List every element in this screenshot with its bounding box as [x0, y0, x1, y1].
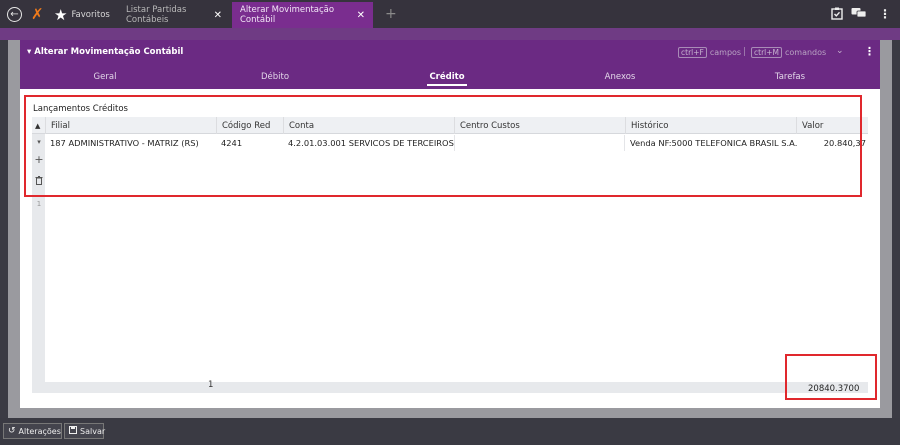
panel-title[interactable]: ▾ Alterar Movimentação Contábil — [27, 47, 183, 57]
star-icon: ★ — [54, 6, 68, 24]
row-number-marker: 1 — [36, 200, 42, 208]
tab-label: Alterar Movimentação Contábil — [240, 5, 335, 25]
history-icon: ↺ — [8, 426, 16, 436]
shortcut-label: comandos — [785, 47, 827, 57]
clipboard-check-icon[interactable] — [831, 7, 843, 23]
top-bar: ← ✗ ★ Favoritos Listar Partidas Contábei… — [0, 0, 900, 28]
shortcut-label: campos — [709, 47, 742, 57]
collapse-triangle-icon[interactable]: ▾ — [27, 47, 31, 57]
save-button[interactable]: Salvar — [64, 423, 106, 439]
tab-label: Favoritos — [71, 10, 110, 20]
more-menu-icon[interactable]: ⋮ — [879, 7, 891, 21]
shortcut-campos[interactable]: ctrl+F campos — [678, 45, 741, 59]
tab-debito[interactable]: Débito — [220, 65, 330, 89]
chevron-down-icon[interactable]: ⌄ — [836, 46, 844, 56]
close-icon[interactable]: ✕ — [214, 10, 222, 21]
app-logo-icon[interactable]: ✗ — [31, 0, 44, 28]
chat-icon[interactable] — [851, 7, 867, 22]
tab-anexos[interactable]: Anexos — [565, 65, 675, 89]
footer-row-count: 1 — [208, 380, 214, 390]
annotation-box-total — [785, 354, 877, 400]
tab-alterar-movimentacao[interactable]: Alterar Movimentação Contábil ✕ — [232, 2, 373, 28]
tab-favoritos[interactable]: ★ Favoritos — [50, 2, 118, 28]
alteracoes-label: Alterações — [18, 426, 61, 436]
tab-listar-partidas[interactable]: Listar Partidas Contábeis ✕ — [118, 2, 230, 28]
shortcut-comandos[interactable]: ctrl+M comandos — [751, 45, 826, 59]
tab-credito[interactable]: Crédito — [392, 65, 502, 89]
tab-geral[interactable]: Geral — [50, 65, 160, 89]
bottom-bar — [0, 418, 900, 445]
top-purple-strip — [0, 28, 900, 40]
save-icon — [69, 425, 77, 437]
shortcut-separator: | — [743, 47, 747, 57]
kbd-ctrl-f: ctrl+F — [678, 46, 707, 58]
kbd-ctrl-m: ctrl+M — [751, 46, 782, 58]
subtab-bar: Geral Débito Crédito Anexos Tarefas — [20, 65, 880, 89]
annotation-box-lancamentos — [24, 95, 862, 197]
new-tab-plus-icon[interactable]: + — [385, 6, 397, 22]
close-icon[interactable]: ✕ — [357, 10, 365, 21]
panel-header: ▾ Alterar Movimentação Contábil ctrl+F c… — [20, 40, 880, 65]
panel-more-icon[interactable]: ⋮ — [864, 45, 875, 58]
save-label: Salvar — [80, 426, 106, 436]
tab-label: Listar Partidas Contábeis — [126, 5, 187, 25]
tab-tarefas[interactable]: Tarefas — [735, 65, 845, 89]
back-arrow-icon[interactable]: ← — [7, 7, 22, 22]
alteracoes-button[interactable]: ↺ Alterações — [3, 423, 62, 439]
grid-footer — [32, 382, 868, 393]
panel-title-text: Alterar Movimentação Contábil — [34, 47, 184, 57]
